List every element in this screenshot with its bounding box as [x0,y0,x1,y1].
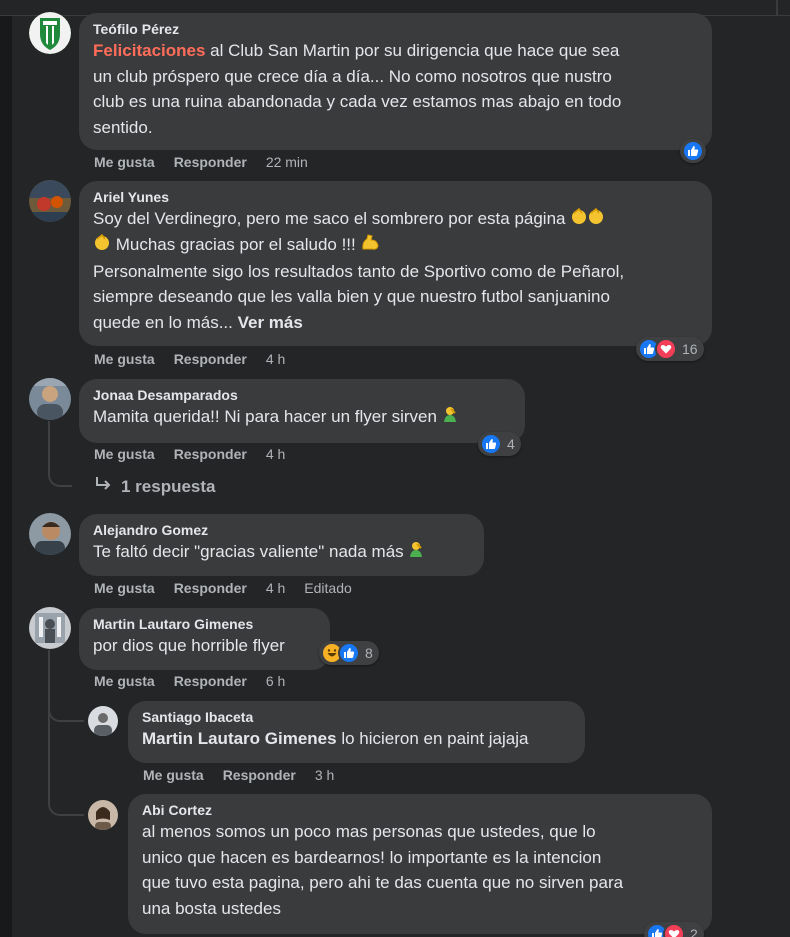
clapping-hands-icon [570,207,606,233]
comment-author[interactable]: Martin Lautaro Gimenes [93,615,316,633]
like-link[interactable]: Me gusta [94,446,155,462]
edited-label[interactable]: Editado [304,580,351,596]
comment-author[interactable]: Jonaa Desamparados [93,386,511,404]
reply-link[interactable]: Responder [174,154,247,170]
comment-text: al menos somos un poco mas personas que … [142,822,624,918]
highlighted-word[interactable]: Felicitaciones [93,41,205,60]
avatar[interactable] [29,513,71,555]
like-reaction-icon [338,642,360,664]
like-link[interactable]: Me gusta [143,767,204,783]
thread-line [48,780,84,816]
like-link[interactable]: Me gusta [94,673,155,689]
comment-author[interactable]: Santiago Ibaceta [142,708,571,726]
avatar[interactable] [29,180,71,222]
comment-actions: Me gusta Responder 4 h Editado [94,580,371,596]
reaction-count: 4 [507,436,515,452]
reply-link[interactable]: Responder [223,767,296,783]
reaction-summary[interactable]: 2 [644,922,704,937]
see-more-link[interactable]: Ver más [238,313,303,332]
timestamp[interactable]: 4 h [266,446,285,462]
reply-link[interactable]: Responder [174,673,247,689]
clapping-hands-icon [93,233,111,259]
comment-bubble: Ariel Yunes Soy del Verdinegro, pero me … [79,181,712,346]
scrollbar-edge [776,0,778,16]
facepalm-person-icon [408,540,424,566]
timestamp[interactable]: 4 h [266,580,285,596]
reaction-summary[interactable]: 16 [636,337,704,361]
reaction-summary[interactable] [680,139,706,163]
avatar[interactable] [29,378,71,420]
avatar[interactable] [29,607,71,649]
timestamp[interactable]: 4 h [266,351,285,367]
comment-actions: Me gusta Responder 3 h [143,767,353,783]
like-reaction-icon [682,140,704,162]
timestamp[interactable]: 6 h [266,673,285,689]
comment-text: por dios que horrible flyer [93,636,285,655]
reaction-count: 2 [690,926,698,937]
love-reaction-icon [655,338,677,360]
comment-bubble: Martin Lautaro Gimenes por dios que horr… [79,608,330,670]
comment-author[interactable]: Ariel Yunes [93,188,698,206]
like-link[interactable]: Me gusta [94,154,155,170]
love-reaction-icon [663,923,685,937]
comment-text: Felicitaciones al Club San Martin por su… [93,41,622,137]
flexed-biceps-icon [360,233,380,259]
avatar[interactable] [88,706,118,736]
comment-text: Te faltó decir "gracias valiente" nada m… [93,539,470,565]
comment-bubble: Alejandro Gomez Te faltó decir "gracias … [79,514,484,576]
comment-bubble: Santiago Ibaceta Martin Lautaro Gimenes … [128,701,585,763]
mention-link[interactable]: Martin Lautaro Gimenes [142,729,337,748]
reaction-count: 16 [682,341,698,357]
thread-line [48,700,84,722]
view-replies-link[interactable]: 1 respuesta [94,476,216,497]
comment-text: Soy del Verdinegro, pero me saco el somb… [93,206,698,335]
like-link[interactable]: Me gusta [94,580,155,596]
like-link[interactable]: Me gusta [94,351,155,367]
facepalm-person-icon [442,405,458,431]
thread-line [48,465,72,487]
avatar[interactable] [88,800,118,830]
timestamp[interactable]: 3 h [315,767,334,783]
reply-link[interactable]: Responder [174,446,247,462]
replies-count-label: 1 respuesta [121,476,216,496]
comment-author[interactable]: Alejandro Gomez [93,521,470,539]
comment-text: Mamita querida!! Ni para hacer un flyer … [93,404,511,430]
comment-text: Martin Lautaro Gimenes lo hicieron en pa… [142,729,529,748]
comment-author[interactable]: Abi Cortez [142,801,698,819]
reply-link[interactable]: Responder [174,351,247,367]
reaction-summary[interactable]: 8 [319,641,379,665]
avatar[interactable] [29,12,71,54]
reply-link[interactable]: Responder [174,580,247,596]
comment-author[interactable]: Teófilo Pérez [93,20,698,38]
timestamp[interactable]: 22 min [266,154,308,170]
like-reaction-icon [480,433,502,455]
comment-bubble: Teófilo Pérez Felicitaciones al Club San… [79,13,712,150]
thread-line [48,421,50,465]
comment-bubble: Jonaa Desamparados Mamita querida!! Ni p… [79,379,525,443]
reaction-summary[interactable]: 4 [478,432,521,456]
comment-actions: Me gusta Responder 22 min [94,154,327,170]
reaction-count: 8 [365,645,373,661]
comment-actions: Me gusta Responder 6 h [94,673,304,689]
comment-actions: Me gusta Responder 4 h [94,351,304,367]
comment-bubble: Abi Cortez al menos somos un poco mas pe… [128,794,712,934]
comment-actions: Me gusta Responder 4 h [94,446,304,462]
reply-arrow-icon [94,476,112,497]
